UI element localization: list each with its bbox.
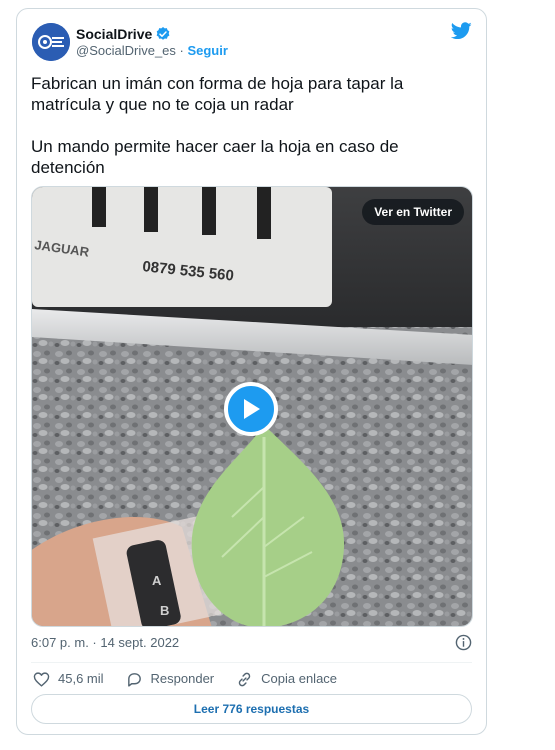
timestamp-link[interactable]: 6:07 p. m. · 14 sept. 2022 (31, 635, 179, 650)
action-bar: 45,6 mil Responder Copia enlace (33, 669, 359, 689)
twitter-bird-icon[interactable] (451, 22, 472, 40)
avatar-logo-icon (32, 23, 70, 61)
like-count: 45,6 mil (58, 671, 104, 686)
info-icon[interactable] (455, 634, 472, 651)
copy-link-label: Copia enlace (261, 671, 338, 686)
avatar[interactable] (32, 23, 70, 61)
tweet-meta: 6:07 p. m. · 14 sept. 2022 (31, 634, 472, 652)
like-button[interactable]: 45,6 mil (33, 669, 104, 689)
reply-icon (127, 672, 141, 687)
reply-button[interactable]: Responder (126, 669, 215, 689)
copy-link-button[interactable]: Copia enlace (236, 669, 337, 689)
tweet-paragraph: Fabrican un imán con forma de hoja para … (31, 74, 404, 114)
author-handle[interactable]: @SocialDrive_es (76, 43, 176, 58)
video-player[interactable]: JAGUAR 0879 535 560 A B Ver en Twitter (31, 186, 473, 627)
tweet-paragraph: Un mando permite hacer caer la hoja en c… (31, 137, 399, 177)
read-replies-button[interactable]: Leer 776 respuestas (31, 694, 472, 724)
divider (31, 662, 472, 663)
handle-row: @SocialDrive_es · Seguir (76, 42, 228, 60)
link-icon (238, 672, 251, 686)
author-name[interactable]: SocialDrive (76, 25, 152, 43)
remote-key-a: A (152, 573, 162, 588)
verified-badge-icon (156, 27, 170, 40)
author-name-row[interactable]: SocialDrive (76, 25, 171, 43)
handle-separator: · (175, 43, 188, 58)
heart-icon (33, 671, 50, 687)
tweet-card: SocialDrive @SocialDrive_es · Seguir Fab… (16, 8, 487, 735)
reply-label: Responder (150, 671, 215, 686)
play-icon (244, 399, 260, 419)
follow-link[interactable]: Seguir (187, 43, 227, 58)
play-button[interactable] (224, 382, 278, 436)
tweet-text: Fabrican un imán con forma de hoja para … (31, 73, 471, 178)
remote-key-b: B (160, 603, 169, 618)
view-on-twitter-button[interactable]: Ver en Twitter (362, 199, 464, 225)
